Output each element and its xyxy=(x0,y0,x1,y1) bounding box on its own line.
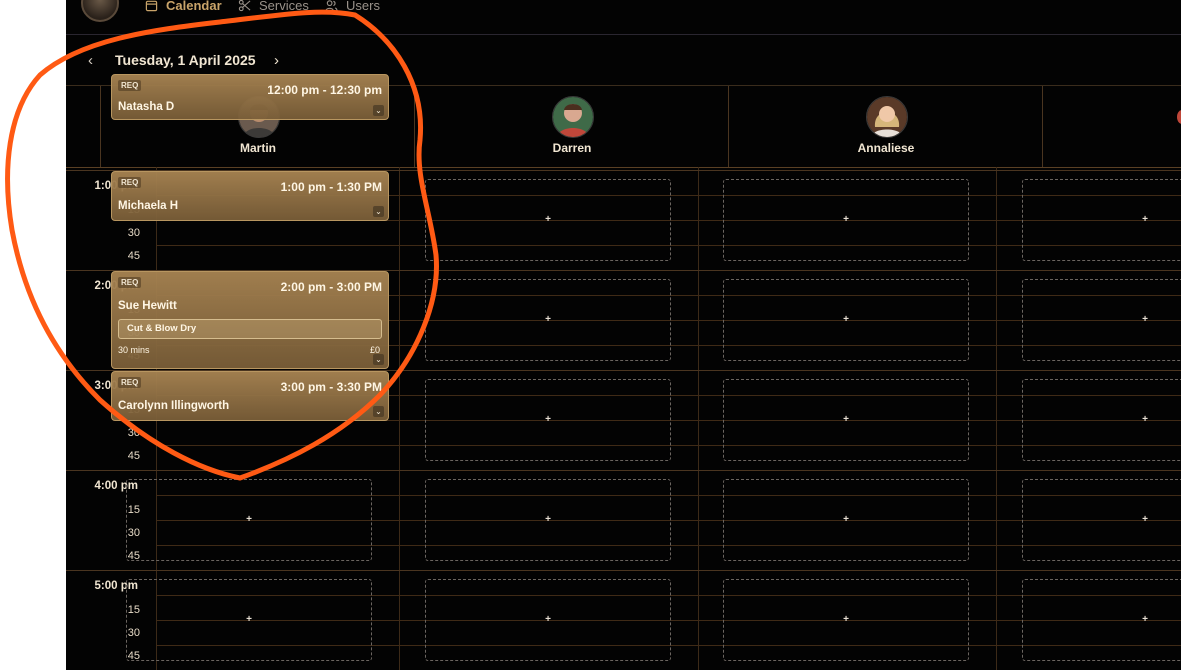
time-label-q45: 45 xyxy=(127,250,140,262)
request-badge: REQ xyxy=(118,377,142,388)
empty-slot[interactable]: + xyxy=(1022,479,1181,561)
time-label-q30: 30 xyxy=(127,427,140,439)
staff-column-next[interactable] xyxy=(1042,86,1181,167)
add-icon: + xyxy=(545,413,551,425)
time-label-q30: 30 xyxy=(127,227,140,239)
empty-slot[interactable]: + xyxy=(723,379,969,461)
add-icon: + xyxy=(1142,213,1148,225)
request-badge: REQ xyxy=(118,277,142,288)
add-icon: + xyxy=(545,613,551,625)
calendar-app: Calendar Services Users ‹ Tuesday, 1 Apr… xyxy=(66,0,1181,670)
avatar xyxy=(1177,110,1181,124)
staff-name: Martin xyxy=(240,141,276,155)
appointment-time: 1:00 pm - 1:30 PM xyxy=(280,180,382,194)
appointment-card-carolynn[interactable]: REQ 3:00 pm - 3:30 PM Carolynn Illingwor… xyxy=(111,371,389,421)
client-name: Natasha D xyxy=(118,101,175,113)
avatar xyxy=(552,96,594,138)
add-icon: + xyxy=(843,213,849,225)
chevron-down-icon[interactable]: ⌄ xyxy=(373,105,384,116)
appointment-time: 3:00 pm - 3:30 PM xyxy=(280,380,382,394)
request-badge: REQ xyxy=(118,80,142,91)
nav-divider xyxy=(66,34,1181,35)
empty-slot[interactable]: + xyxy=(425,279,671,361)
salon-logo[interactable] xyxy=(81,0,119,22)
add-icon: + xyxy=(1142,613,1148,625)
empty-slot[interactable]: + xyxy=(1022,179,1181,261)
request-badge: REQ xyxy=(118,177,142,188)
empty-slot[interactable]: + xyxy=(723,179,969,261)
empty-slot[interactable]: + xyxy=(723,479,969,561)
appointment-time: 12:00 pm - 12:30 pm xyxy=(267,83,382,97)
staff-name: Darren xyxy=(552,141,592,155)
add-icon: + xyxy=(843,613,849,625)
staff-photo xyxy=(867,97,907,137)
empty-slot[interactable]: + xyxy=(723,579,969,661)
client-name: Sue Hewitt xyxy=(118,300,177,312)
add-icon: + xyxy=(545,213,551,225)
chevron-down-icon[interactable]: ⌄ xyxy=(373,406,384,417)
nav-services[interactable]: Services xyxy=(238,0,309,14)
add-icon: + xyxy=(1142,313,1148,325)
empty-slot[interactable]: + xyxy=(1022,379,1181,461)
current-date: Tuesday, 1 April 2025 xyxy=(115,52,256,68)
empty-slot[interactable]: + xyxy=(425,579,671,661)
prev-day-button[interactable]: ‹ xyxy=(88,52,102,69)
users-icon xyxy=(325,0,338,11)
empty-slot[interactable]: + xyxy=(1022,579,1181,661)
calendar-icon xyxy=(145,0,158,11)
empty-slot[interactable]: + xyxy=(425,479,671,561)
service-duration: 30 mins xyxy=(118,345,150,355)
nav-services-label: Services xyxy=(259,0,309,13)
hour-line xyxy=(66,470,1181,471)
staff-column-annaliese[interactable]: Annaliese xyxy=(728,86,1043,167)
staff-photo xyxy=(553,97,593,137)
date-bar: ‹ Tuesday, 1 April 2025 › xyxy=(66,44,1181,76)
chevron-down-icon[interactable]: ⌄ xyxy=(373,354,384,365)
avatar xyxy=(866,96,908,138)
empty-slot[interactable]: + xyxy=(425,179,671,261)
add-icon: + xyxy=(545,513,551,525)
add-icon: + xyxy=(1142,513,1148,525)
next-day-button[interactable]: › xyxy=(274,52,288,69)
time-label-q45: 45 xyxy=(127,450,140,462)
empty-slot[interactable]: + xyxy=(126,579,372,661)
empty-slot[interactable]: + xyxy=(126,479,372,561)
nav-calendar[interactable]: Calendar xyxy=(145,0,222,14)
nav-users[interactable]: Users xyxy=(325,0,380,14)
appointment-time: 2:00 pm - 3:00 PM xyxy=(280,280,382,294)
empty-slot[interactable]: + xyxy=(1022,279,1181,361)
client-name: Carolynn Illingworth xyxy=(118,400,230,412)
add-icon: + xyxy=(545,313,551,325)
client-name: Michaela H xyxy=(118,200,179,212)
service-chip[interactable]: Cut & Blow Dry xyxy=(118,319,382,339)
nav-users-label: Users xyxy=(346,0,380,13)
appointment-card-natasha[interactable]: REQ 12:00 pm - 12:30 pm Natasha D ⌄ xyxy=(111,74,389,120)
appointment-card-sue[interactable]: REQ 2:00 pm - 3:00 PM Sue Hewitt Cut & B… xyxy=(111,271,389,369)
add-icon: + xyxy=(246,513,252,525)
add-icon: + xyxy=(843,313,849,325)
empty-slot[interactable]: + xyxy=(425,379,671,461)
staff-name: Annaliese xyxy=(857,141,915,155)
scissors-icon xyxy=(238,0,251,11)
add-icon: + xyxy=(246,613,252,625)
add-icon: + xyxy=(843,513,849,525)
nav-calendar-label: Calendar xyxy=(166,0,222,13)
add-icon: + xyxy=(843,413,849,425)
empty-slot[interactable]: + xyxy=(723,279,969,361)
chevron-down-icon[interactable]: ⌄ xyxy=(373,206,384,217)
add-icon: + xyxy=(1142,413,1148,425)
staff-column-darren[interactable]: Darren xyxy=(414,86,729,167)
appointment-card-michaela[interactable]: REQ 1:00 pm - 1:30 PM Michaela H ⌄ xyxy=(111,171,389,221)
hour-line xyxy=(66,570,1181,571)
